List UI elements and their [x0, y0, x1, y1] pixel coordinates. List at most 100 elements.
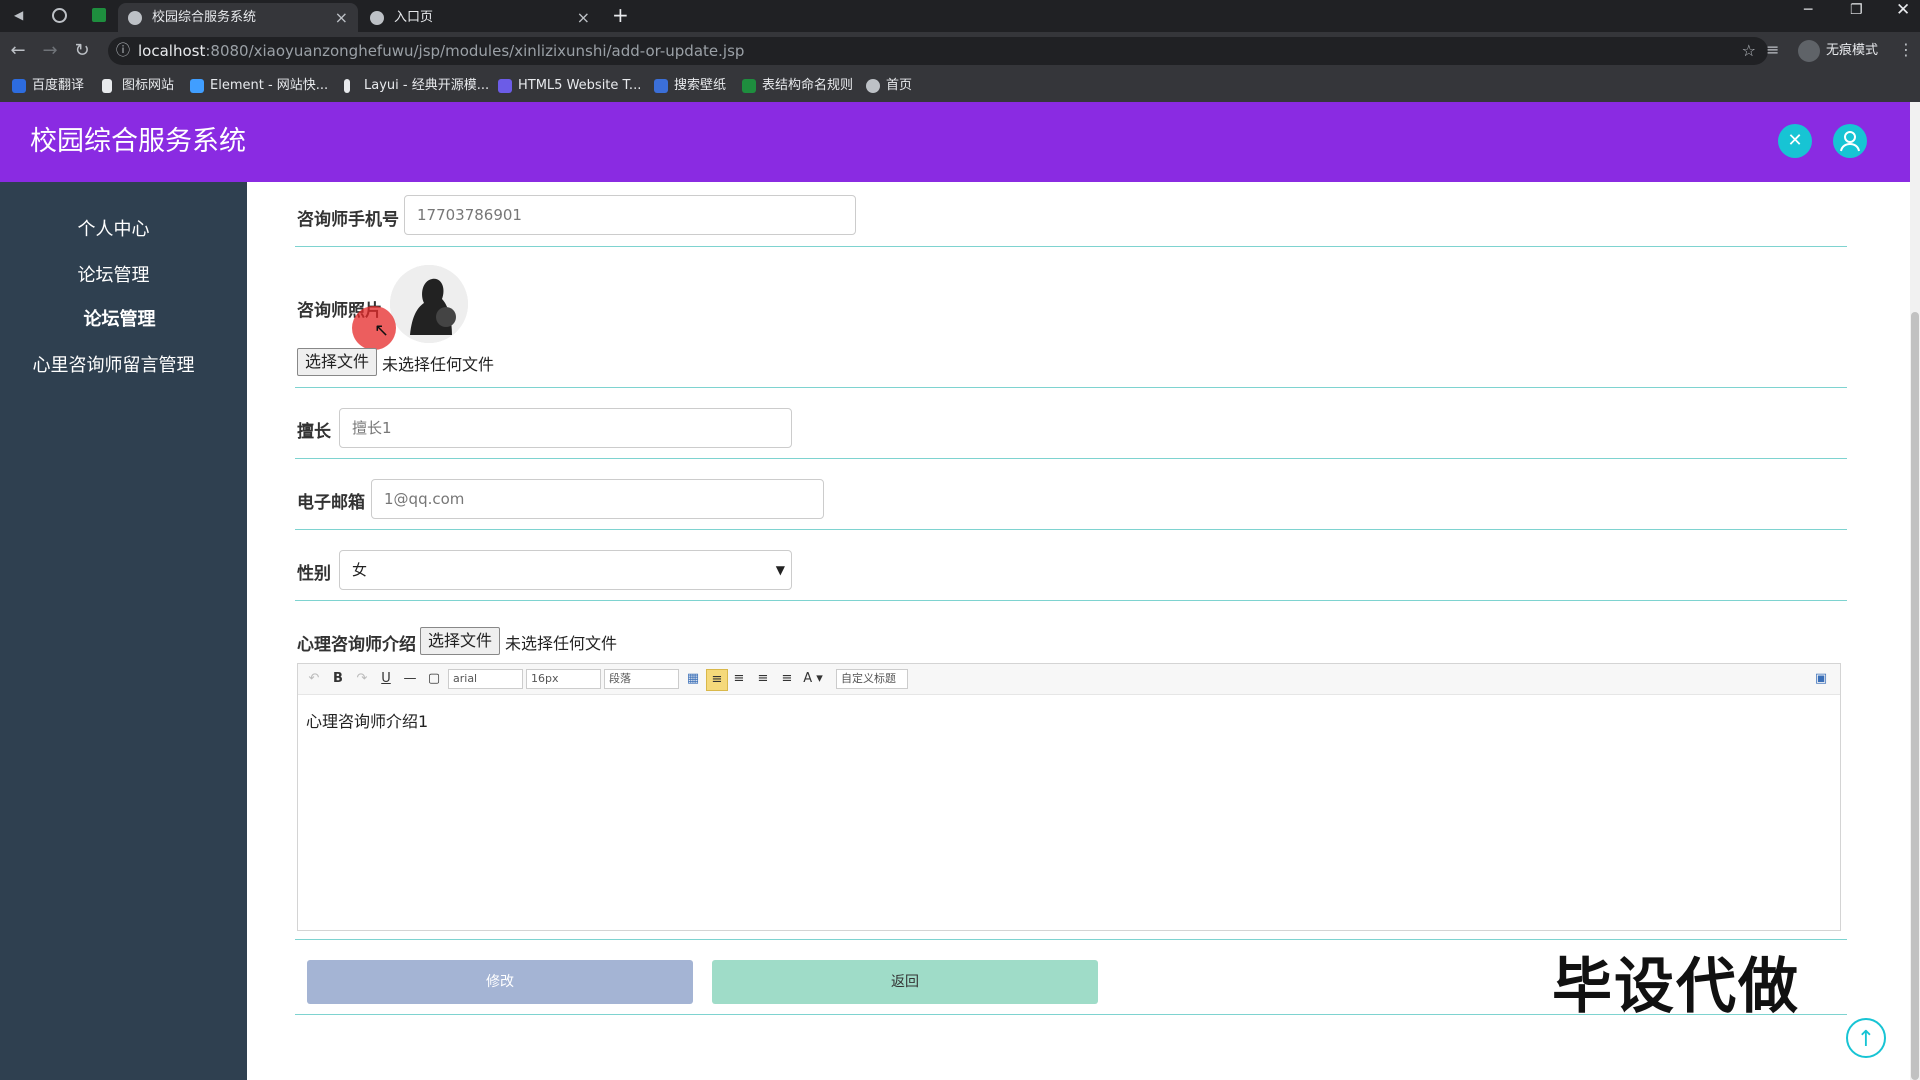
close-icon[interactable]: × — [577, 3, 590, 32]
font-family-select[interactable]: arial — [448, 669, 523, 689]
tab-app[interactable]: 校园综合服务系统 × — [118, 3, 358, 32]
font-size-value: 16px — [531, 672, 559, 685]
profile-label[interactable]: 无痕模式 — [1826, 32, 1878, 70]
bold-icon[interactable]: B — [330, 669, 346, 689]
user-icon[interactable] — [1833, 124, 1867, 158]
divider — [295, 387, 1847, 388]
sidebar-subitem-forum-management[interactable]: 论坛管理 — [0, 305, 243, 331]
menu-dots-icon[interactable]: ⋮ — [1898, 40, 1914, 59]
rich-text-editor[interactable]: ↶ B ↷ U — ▢ arial 16px 段落 ▦ ≡ ≡ ≡ ≡ A ▾ … — [297, 663, 1841, 931]
url-path: :8080/xiaoyuanzonghefuwu/jsp/modules/xin… — [205, 42, 745, 60]
tab-entry[interactable]: 入口页 × — [360, 3, 600, 32]
bookmark-item[interactable]: 百度翻译 — [10, 70, 84, 102]
sheet-tab-icon[interactable] — [92, 8, 106, 22]
gender-selected-value: 女 — [352, 561, 368, 579]
browser-tab-bar: ◀ 校园综合服务系统 × 入口页 × + ─ ❐ ✕ — [0, 0, 1920, 32]
globe-icon — [866, 79, 880, 93]
fullscreen-editor-icon[interactable]: ▣ — [1812, 669, 1830, 689]
phone-input[interactable]: 17703786901 — [404, 195, 856, 235]
sidebar-item-forum-management[interactable]: 论坛管理 — [0, 261, 237, 287]
address-bar-row: ← → ↻ ⓘ localhost:8080/xiaoyuanzonghefuw… — [0, 32, 1920, 70]
bookmark-item[interactable]: Layui - 经典开源模... — [342, 70, 489, 102]
intro-file-status: 未选择任何文件 — [505, 634, 618, 653]
gender-select[interactable]: 女 ▼ — [339, 550, 792, 590]
photo-file-status: 未选择任何文件 — [382, 355, 495, 374]
bookmark-label: 搜索壁纸 — [674, 78, 727, 93]
intro-label: 心理咨询师介绍 — [297, 635, 416, 655]
sidebar-item-personal-center[interactable]: 个人中心 — [0, 215, 237, 241]
bookmark-item[interactable]: 搜索壁纸 — [652, 70, 726, 102]
photo-file-button[interactable]: 选择文件 — [297, 348, 378, 376]
back-to-top-icon[interactable]: ↑ — [1846, 1018, 1886, 1058]
table-icon[interactable]: ▦ — [684, 669, 702, 689]
minimize-button[interactable]: ─ — [1804, 2, 1812, 18]
url-input[interactable]: ⓘ localhost:8080/xiaoyuanzonghefuwu/jsp/… — [108, 37, 1768, 65]
horizontal-rule-icon[interactable]: — — [402, 669, 418, 689]
gender-label: 性别 — [297, 564, 331, 584]
wallpaper-icon — [654, 79, 668, 93]
editor-content[interactable]: 心理咨询师介绍1 — [306, 708, 428, 732]
bookmark-item[interactable]: Element - 网站快... — [188, 70, 328, 102]
bookmark-label: 首页 — [886, 78, 913, 93]
bookmark-item[interactable]: HTML5 Website T... — [496, 70, 641, 102]
bookmark-label: HTML5 Website T... — [518, 78, 642, 93]
custom-title-select[interactable]: 自定义标题 — [836, 669, 908, 689]
font-size-select[interactable]: 16px — [526, 669, 601, 689]
intro-file-button[interactable]: 选择文件 — [420, 627, 501, 655]
tab-title: 入口页 — [394, 10, 434, 25]
underline-icon[interactable]: U — [378, 669, 394, 689]
close-icon[interactable]: × — [335, 3, 348, 32]
bookmarks-bar: 百度翻译 图标网站 Element - 网站快... Layui - 经典开源模… — [0, 70, 1920, 103]
align-center-icon[interactable]: ≡ — [754, 669, 772, 689]
divider — [295, 246, 1847, 247]
globe-icon[interactable] — [52, 8, 67, 23]
font-family-value: arial — [453, 672, 478, 685]
specialty-label: 擅长 — [297, 422, 331, 442]
layui-icon — [344, 79, 350, 93]
bookmark-label: Element - 网站快... — [210, 78, 329, 93]
scrollbar-thumb[interactable] — [1911, 312, 1919, 1080]
page-icon[interactable]: ▢ — [426, 669, 442, 689]
window-close-button[interactable]: ✕ — [1896, 0, 1910, 20]
back-arrow-icon[interactable]: ← — [6, 39, 30, 63]
chevron-down-icon: ▼ — [775, 563, 785, 577]
bookmark-label: 图标网站 — [122, 78, 175, 93]
redo-icon[interactable]: ↷ — [354, 669, 370, 689]
back-button[interactable]: 返回 — [712, 960, 1098, 1004]
bookmark-item[interactable]: 图标网站 — [100, 70, 174, 102]
paragraph-select[interactable]: 段落 — [604, 669, 679, 689]
new-tab-button[interactable]: + — [612, 3, 629, 27]
divider — [295, 600, 1847, 601]
align-justify-icon[interactable]: ≡ — [778, 669, 796, 689]
bookmark-item[interactable]: 首页 — [864, 70, 912, 102]
mouse-cursor-icon: ↖ — [374, 320, 390, 341]
info-icon[interactable]: ⓘ — [116, 37, 130, 65]
incognito-icon[interactable] — [1798, 40, 1820, 62]
page-scrollbar[interactable] — [1910, 102, 1920, 1080]
submit-button[interactable]: 修改 — [307, 960, 693, 1004]
tab-search-icon[interactable]: ◀ — [14, 8, 23, 22]
sidebar: 个人中心 论坛管理 论坛管理 心里咨询师留言管理 — [0, 182, 247, 1080]
tab-favicon — [128, 11, 142, 25]
restore-button[interactable]: ❐ — [1850, 2, 1863, 18]
email-input[interactable]: 1@qq.com — [371, 479, 824, 519]
reload-icon[interactable]: ↻ — [70, 39, 94, 63]
fullscreen-icon[interactable]: ✕ — [1778, 124, 1812, 158]
align-right-icon[interactable]: ≡ — [730, 669, 748, 689]
avatar-image — [390, 265, 468, 343]
phone-label: 咨询师手机号 — [297, 210, 399, 230]
bookmark-label: 百度翻译 — [32, 78, 85, 93]
specialty-input[interactable]: 擅长1 — [339, 408, 792, 448]
sidebar-item-counselor-messages[interactable]: 心里咨询师留言管理 — [0, 351, 237, 377]
font-color-icon[interactable]: A ▾ — [802, 669, 824, 689]
forward-arrow-icon[interactable]: → — [38, 39, 62, 63]
element-icon — [190, 79, 204, 93]
reading-list-icon[interactable]: ≡ — [1766, 40, 1779, 59]
align-left-icon[interactable]: ≡ — [706, 669, 728, 691]
html5-icon — [498, 79, 512, 93]
undo-icon[interactable]: ↶ — [306, 669, 322, 689]
star-icon[interactable]: ☆ — [1742, 37, 1756, 65]
bookmark-item[interactable]: 表结构命名规则 — [740, 70, 853, 102]
flag-icon — [102, 79, 112, 93]
watermark-text: 毕设代做 — [1552, 952, 1800, 1022]
